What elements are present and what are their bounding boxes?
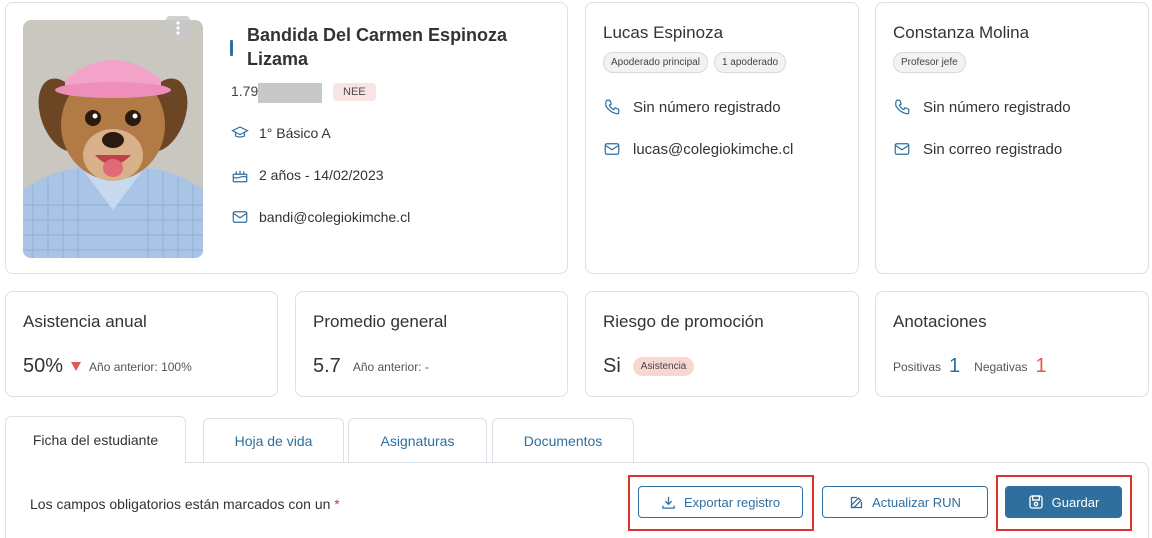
rut-redaction	[258, 83, 322, 103]
export-record-button[interactable]: Exportar registro	[638, 486, 803, 518]
edit-icon	[850, 496, 863, 508]
photo-options-button[interactable]	[166, 16, 190, 40]
guardian-phone: Sin número registrado	[633, 98, 781, 116]
required-asterisk: *	[334, 496, 340, 512]
download-icon	[662, 496, 675, 509]
attendance-title: Asistencia anual	[23, 312, 147, 331]
tab-asignaturas[interactable]: Asignaturas	[348, 418, 487, 462]
mail-icon	[894, 143, 910, 155]
guardian-name: Lucas Espinoza	[603, 23, 724, 42]
risk-badge: Asistencia	[632, 357, 695, 376]
phone-icon	[895, 99, 910, 115]
name-accent-bar	[230, 40, 233, 56]
positive-count: 1	[949, 355, 961, 377]
save-icon	[1028, 495, 1043, 509]
annotations-card: Anotaciones Positivas 1 Negativas 1	[875, 291, 1149, 397]
negative-count: 1	[1035, 355, 1047, 377]
annotations-values: Positivas 1 Negativas 1	[893, 355, 1047, 378]
student-email[interactable]: bandi@colegiokimche.cl	[259, 209, 410, 225]
student-card: Bandida Del Carmen Espinoza Lizama 1.79 …	[5, 2, 568, 274]
negative-label: Negativas	[974, 359, 1028, 374]
guardian-email-row: lucas@colegiokimche.cl	[603, 140, 793, 158]
guardian-email[interactable]: lucas@colegiokimche.cl	[633, 141, 793, 158]
attendance-values: 50% Año anterior: 100%	[23, 355, 192, 378]
average-value: 5.7	[313, 355, 341, 377]
tab-hoja-de-vida[interactable]: Hoja de vida	[203, 418, 344, 462]
update-run-button[interactable]: Actualizar RUN	[822, 486, 988, 518]
mail-icon	[232, 211, 248, 223]
save-button[interactable]: Guardar	[1005, 486, 1122, 518]
risk-title: Riesgo de promoción	[603, 312, 764, 331]
teacher-email-row: Sin correo registrado	[893, 140, 1062, 158]
graduation-cap-icon	[231, 126, 249, 138]
teacher-role-tag: Profesor jefe	[893, 52, 966, 73]
cake-icon	[232, 170, 248, 183]
guardian-count-tag: 1 apoderado	[713, 52, 787, 73]
guardian-phone-row: Sin número registrado	[603, 98, 781, 116]
save-label: Guardar	[1051, 494, 1100, 510]
update-run-label: Actualizar RUN	[872, 494, 961, 510]
guardian-tags: Apoderado principal 1 apoderado	[603, 52, 787, 73]
attendance-previous: Año anterior: 100%	[89, 359, 192, 374]
more-vertical-icon	[176, 21, 180, 35]
student-name: Bandida Del Carmen Espinoza Lizama	[247, 25, 508, 69]
teacher-name: Constanza Molina	[893, 23, 1030, 42]
guardian-card: Lucas Espinoza Apoderado principal 1 apo…	[585, 2, 859, 274]
student-photo	[23, 20, 203, 258]
average-previous: Año anterior: -	[352, 359, 429, 374]
risk-values: Si Asistencia	[603, 355, 695, 378]
teacher-phone-row: Sin número registrado	[893, 98, 1071, 116]
student-age-birthdate: 2 años - 14/02/2023	[259, 167, 384, 183]
mail-icon	[604, 143, 620, 155]
annotations-title: Anotaciones	[893, 312, 987, 331]
tab-ficha-estudiante[interactable]: Ficha del estudiante	[5, 416, 186, 463]
teacher-phone: Sin número registrado	[923, 98, 1071, 116]
attendance-value: 50%	[23, 355, 64, 377]
teacher-email: Sin correo registrado	[923, 140, 1063, 158]
risk-value: Si	[603, 355, 621, 377]
trend-down-icon	[71, 362, 82, 371]
required-fields-note: Los campos obligatorios están marcados c…	[30, 496, 340, 512]
teacher-card: Constanza Molina Profesor jefe Sin númer…	[875, 2, 1149, 274]
export-label: Exportar registro	[683, 494, 781, 510]
average-card: Promedio general 5.7 Año anterior: -	[295, 291, 568, 397]
teacher-tags: Profesor jefe	[893, 52, 966, 73]
average-title: Promedio general	[313, 312, 448, 331]
birthday-row: 2 años - 14/02/2023	[231, 166, 384, 184]
attendance-card: Asistencia anual 50% Año anterior: 100%	[5, 291, 278, 397]
guardian-role-tag: Apoderado principal	[603, 52, 708, 73]
nee-badge: NEE	[333, 83, 376, 101]
phone-icon	[605, 99, 620, 115]
required-note-text: Los campos obligatorios están marcados c…	[30, 496, 331, 512]
promotion-risk-card: Riesgo de promoción Si Asistencia	[585, 291, 859, 397]
student-rut: 1.79	[231, 83, 259, 99]
student-email-row: bandi@colegiokimche.cl	[231, 208, 410, 226]
student-course: 1° Básico A	[259, 125, 331, 141]
positive-label: Positivas	[893, 359, 942, 374]
course-row: 1° Básico A	[231, 124, 331, 142]
average-values: 5.7 Año anterior: -	[313, 355, 429, 378]
tab-documentos[interactable]: Documentos	[492, 418, 634, 462]
